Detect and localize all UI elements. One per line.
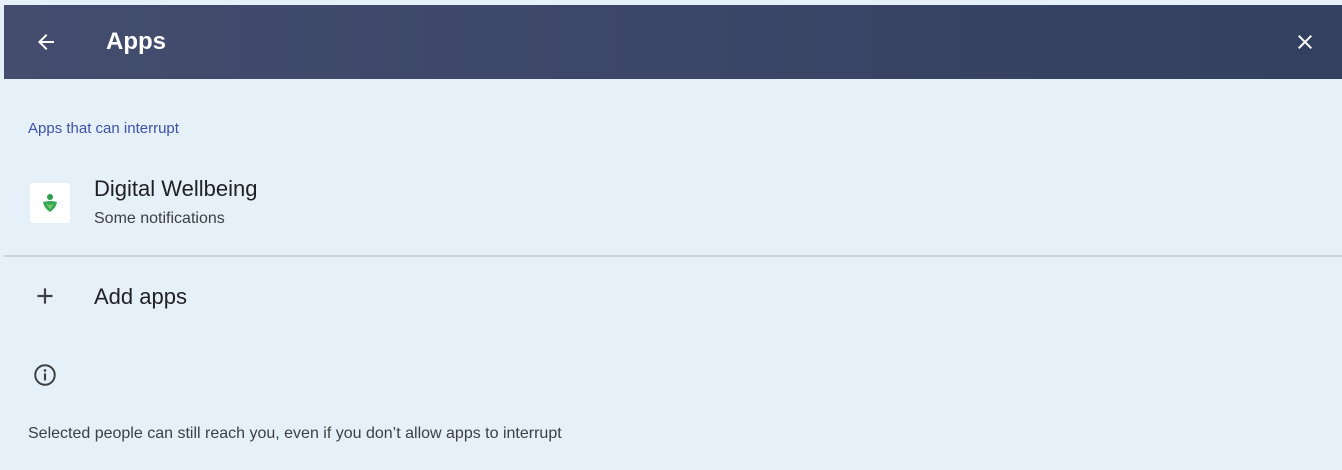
- close-icon: [1298, 35, 1312, 49]
- section-header: Apps that can interrupt: [28, 120, 179, 137]
- app-item-digital-wellbeing[interactable]: Digital Wellbeing Some notifications: [4, 163, 1342, 255]
- close-button[interactable]: [1283, 20, 1327, 64]
- app-name: Digital Wellbeing: [94, 176, 258, 201]
- back-button[interactable]: [24, 20, 68, 64]
- digital-wellbeing-icon: [30, 183, 70, 223]
- apps-settings-page: Apps Apps that can interrupt Digital Wel…: [4, 5, 1342, 470]
- page-title: Apps: [106, 28, 166, 55]
- arrow-back-icon: [38, 34, 54, 50]
- top-app-bar: Apps: [4, 5, 1342, 79]
- add-apps-button[interactable]: Add apps: [4, 257, 1342, 337]
- info-text: Selected people can still reach you, eve…: [28, 425, 562, 442]
- add-apps-label: Add apps: [94, 284, 187, 309]
- plus-icon: [37, 288, 53, 304]
- info-icon: [34, 364, 56, 386]
- app-notification-level: Some notifications: [94, 210, 225, 227]
